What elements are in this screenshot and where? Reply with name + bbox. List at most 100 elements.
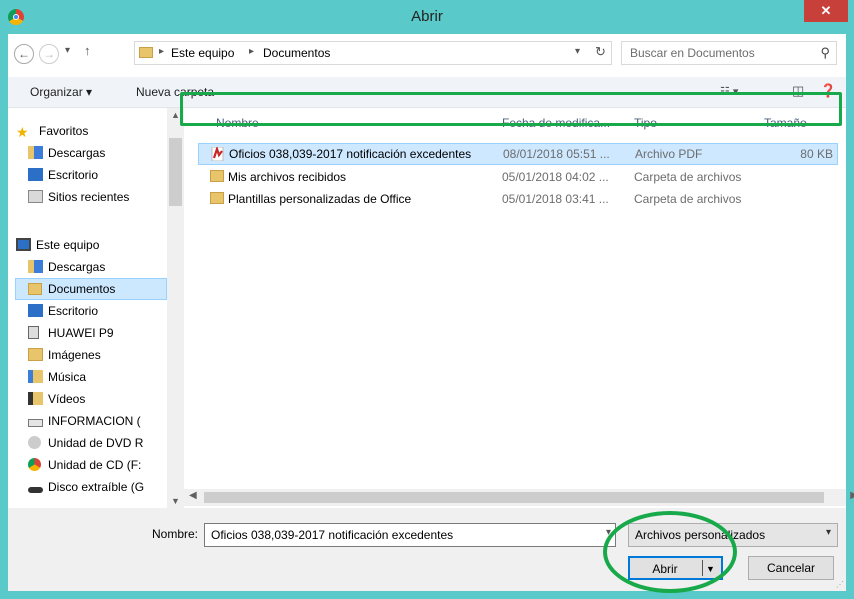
file-date: 05/01/2018 03:41 ...: [502, 192, 609, 206]
recent-locations-dropdown[interactable]: ▾: [65, 45, 70, 56]
breadcrumb-separator-icon: ▸: [249, 46, 255, 57]
nav-label: Escritorio: [48, 168, 99, 182]
back-button[interactable]: ←: [14, 44, 34, 64]
file-name: Plantillas personalizadas de Office: [228, 192, 412, 206]
drive-icon: [28, 419, 43, 427]
nav-pc-huawei[interactable]: HUAWEI P9: [28, 322, 114, 344]
resize-grip-icon[interactable]: ⋰: [836, 580, 844, 589]
nav-scrollbar[interactable]: ▲ ▼: [167, 108, 184, 508]
nav-pc-cd[interactable]: Unidad de CD (F:: [28, 454, 141, 476]
file-name: Mis archivos recibidos: [228, 170, 347, 184]
nav-este-equipo[interactable]: Este equipo: [16, 234, 99, 256]
nav-label: Escritorio: [48, 304, 99, 318]
nav-label: Unidad de DVD R: [48, 436, 144, 450]
up-button[interactable]: ↑: [84, 43, 91, 58]
documents-folder-icon: [28, 281, 43, 295]
nav-label: Este equipo: [36, 238, 100, 252]
breadcrumb-separator-icon: ▸: [159, 46, 165, 57]
dvd-drive-icon: [28, 436, 41, 449]
search-placeholder: Buscar en Documentos: [630, 46, 755, 60]
nav-pc-documentos[interactable]: Documentos: [15, 278, 167, 300]
nav-label: Música: [48, 370, 87, 384]
nav-fav-escritorio[interactable]: Escritorio: [28, 164, 98, 186]
nav-pc-descargas[interactable]: Descargas: [28, 256, 105, 278]
nav-label: Unidad de CD (F:: [48, 458, 142, 472]
dialog-window: Abrir ✕ ← → ▾ ↑ ▸ Este equipo ▸ Document…: [0, 0, 854, 599]
search-input[interactable]: Buscar en Documentos ⚲: [621, 41, 837, 65]
organize-button[interactable]: Organizar ▾: [30, 85, 92, 99]
downloads-folder-icon: [28, 146, 43, 159]
breadcrumb-este-equipo[interactable]: Este equipo: [171, 46, 234, 60]
music-folder-icon: [28, 370, 43, 383]
file-row-folder[interactable]: Mis archivos recibidos 05/01/2018 04:02 …: [198, 166, 838, 188]
folder-icon: [210, 192, 224, 204]
file-row-folder[interactable]: Plantillas personalizadas de Office 05/0…: [198, 188, 838, 210]
cancel-button[interactable]: Cancelar: [748, 556, 834, 580]
nav-favorites[interactable]: ★ Favoritos: [16, 120, 88, 142]
phone-icon: [28, 326, 39, 339]
breadcrumb-documentos[interactable]: Documentos: [263, 46, 330, 60]
chrome-cd-icon: [28, 458, 41, 471]
folder-icon: [139, 47, 153, 58]
file-row-pdf[interactable]: Oficios 038,039-2017 notificación excede…: [198, 143, 838, 165]
annotation-rectangle: [180, 92, 842, 126]
nav-label: Documentos: [48, 282, 116, 296]
dialog-title: Abrir: [411, 8, 443, 25]
desktop-icon: [28, 168, 43, 181]
file-name: Oficios 038,039-2017 notificación excede…: [229, 147, 472, 161]
navigation-pane: ★ Favoritos Descargas Escritorio Sitios r…: [8, 108, 184, 508]
nav-label: Sitios recientes: [48, 190, 130, 204]
nav-pc-informacion[interactable]: INFORMACION (: [28, 410, 141, 432]
videos-folder-icon: [28, 392, 43, 405]
file-size: 80 KB: [800, 147, 833, 161]
close-button[interactable]: ✕: [804, 0, 848, 22]
nav-label: Favoritos: [39, 124, 89, 138]
computer-icon: [16, 238, 31, 251]
file-type: Archivo PDF: [635, 147, 703, 161]
refresh-icon[interactable]: ↻: [595, 44, 606, 60]
file-date: 05/01/2018 04:02 ...: [502, 170, 609, 184]
removable-drive-icon: [28, 487, 43, 493]
pdf-icon: [211, 147, 225, 161]
nav-label: Vídeos: [48, 392, 86, 406]
pictures-folder-icon: [28, 348, 43, 361]
search-icon: ⚲: [820, 45, 830, 60]
scroll-right-icon[interactable]: ▶: [850, 490, 854, 501]
downloads-folder-icon: [28, 260, 43, 273]
nav-fav-descargas[interactable]: Descargas: [28, 142, 105, 164]
filename-input[interactable]: Oficios 038,039-2017 notificación excede…: [204, 523, 616, 547]
nav-label: Descargas: [48, 260, 106, 274]
file-date: 08/01/2018 05:51 ...: [503, 147, 610, 161]
recent-places-icon: [28, 190, 43, 203]
star-icon: ★: [16, 124, 29, 140]
folder-icon: [210, 170, 224, 182]
desktop-icon: [28, 304, 43, 317]
nav-label: Descargas: [48, 146, 106, 160]
nav-fav-recientes[interactable]: Sitios recientes: [28, 186, 129, 208]
nav-label: Imágenes: [48, 348, 101, 362]
file-type: Carpeta de archivos: [634, 192, 742, 206]
nav-pc-imagenes[interactable]: Imágenes: [28, 344, 101, 366]
nav-label: Disco extraíble (G: [48, 480, 145, 494]
scroll-left-icon[interactable]: ◀: [189, 490, 197, 501]
file-list-hscrollbar[interactable]: ◀ ▶: [184, 489, 854, 506]
nav-pc-musica[interactable]: Música: [28, 366, 86, 388]
filename-label: Nombre:: [152, 527, 199, 541]
scroll-thumb[interactable]: [204, 492, 824, 503]
forward-button[interactable]: →: [39, 44, 59, 64]
scroll-down-icon[interactable]: ▼: [171, 496, 180, 506]
nav-pc-escritorio[interactable]: Escritorio: [28, 300, 98, 322]
scroll-thumb[interactable]: [169, 138, 182, 206]
chevron-down-icon[interactable]: ▾: [575, 46, 580, 57]
annotation-ellipse: [603, 511, 737, 593]
nav-pc-extraible[interactable]: Disco extraíble (G: [28, 476, 144, 498]
address-bar[interactable]: ▸ Este equipo ▸ Documentos ▾ ↻: [134, 41, 612, 65]
nav-label: INFORMACION (: [48, 414, 141, 428]
file-type: Carpeta de archivos: [634, 170, 742, 184]
chevron-down-icon: ▾: [825, 527, 831, 538]
filename-value: Oficios 038,039-2017 notificación excede…: [211, 528, 454, 542]
nav-pc-videos[interactable]: Vídeos: [28, 388, 85, 410]
scroll-up-icon[interactable]: ▲: [171, 110, 180, 120]
title-bar: Abrir ✕: [0, 0, 854, 34]
nav-pc-dvd[interactable]: Unidad de DVD R: [28, 432, 143, 454]
